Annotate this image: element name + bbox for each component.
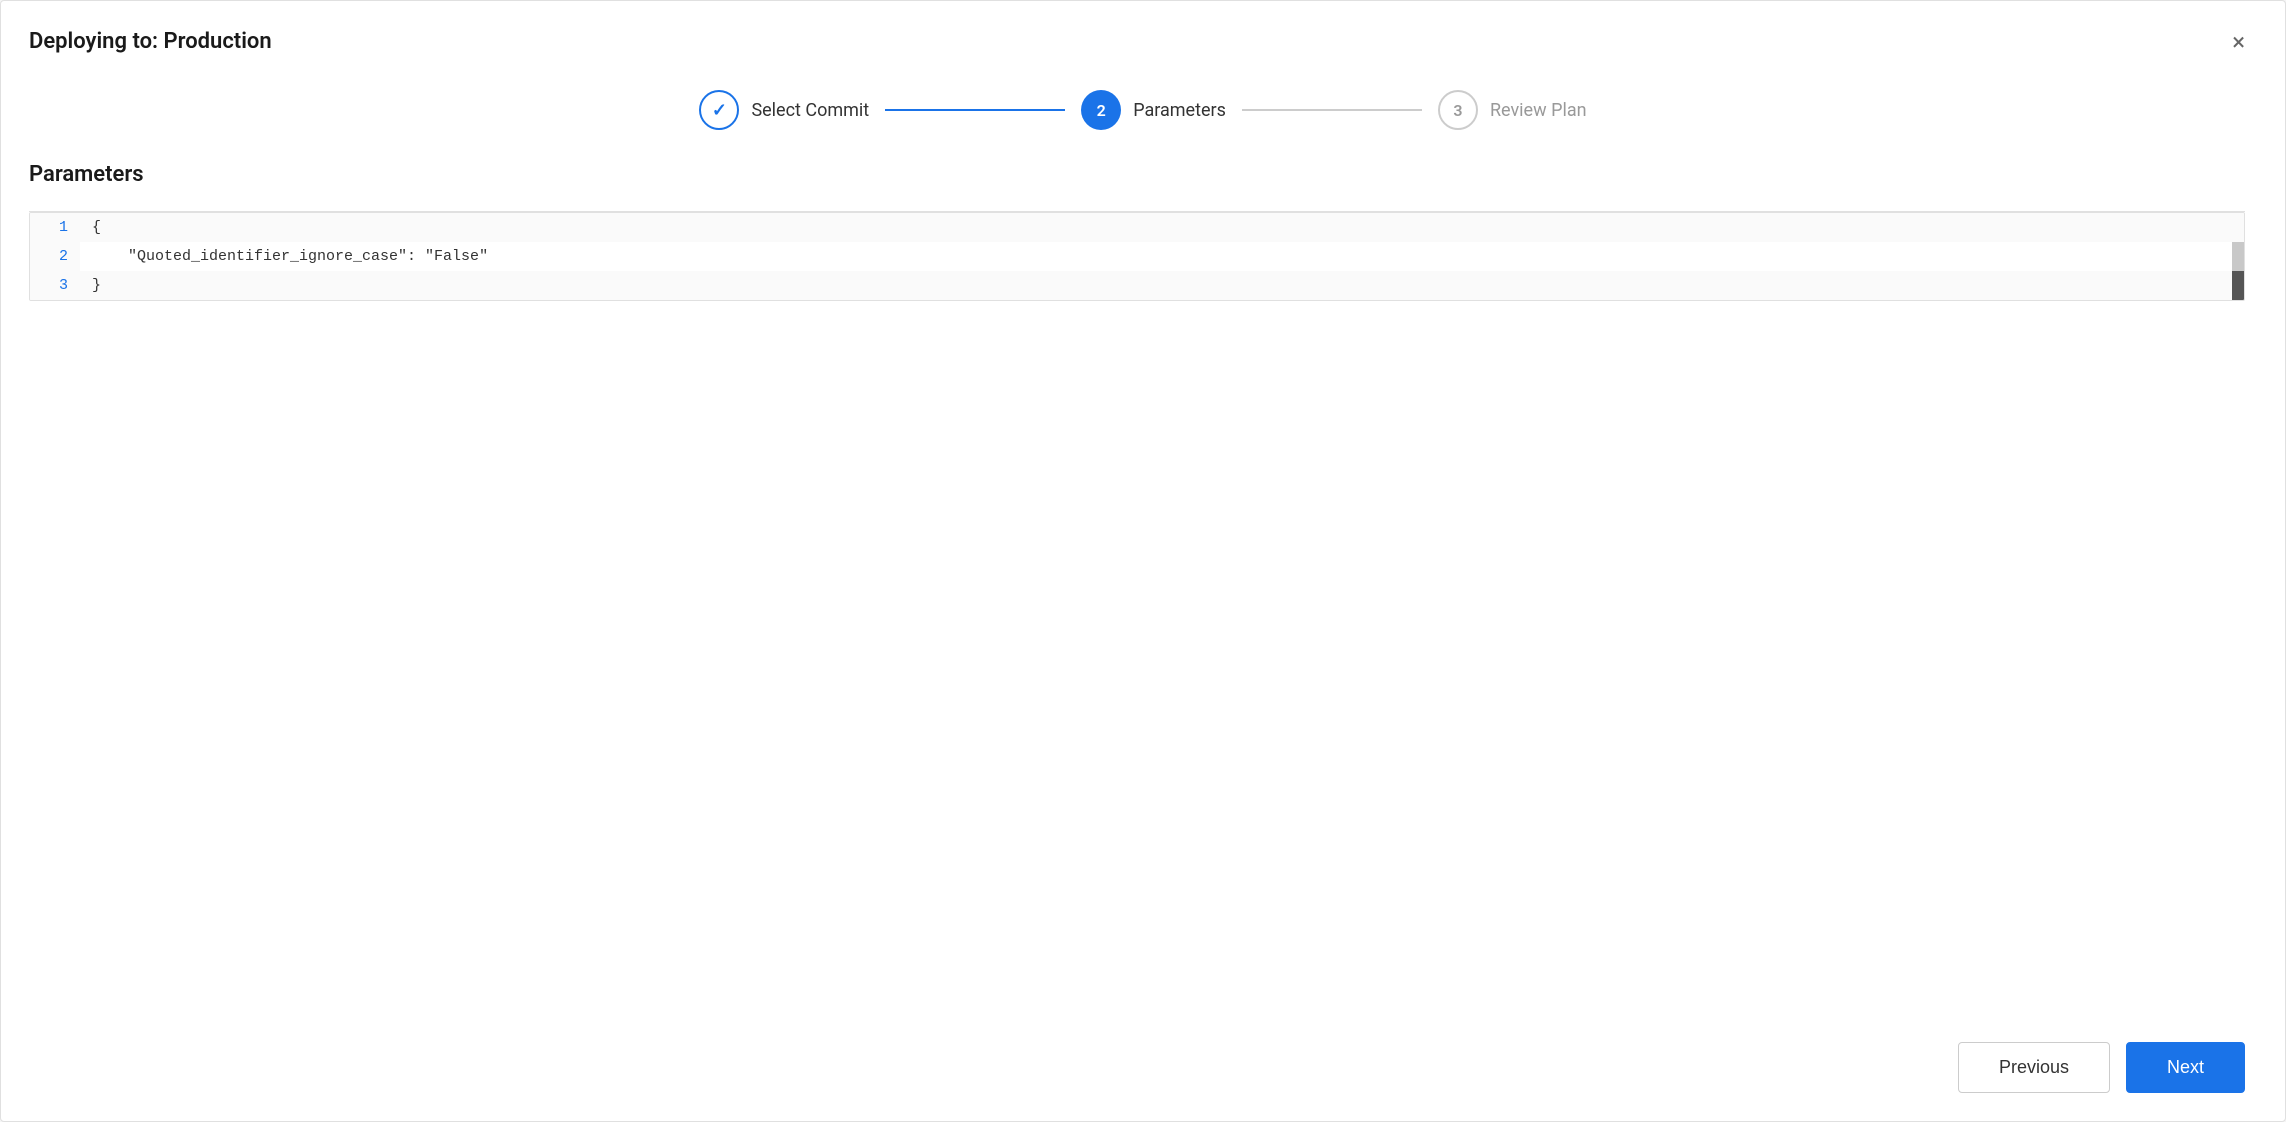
line-number-2: 2	[30, 242, 80, 271]
step-parameters: 2 Parameters	[1081, 90, 1226, 130]
modal-header: Deploying to: Production ×	[1, 1, 2285, 74]
modal-title: Deploying to: Production	[29, 29, 272, 54]
step-2-circle[interactable]: 2	[1081, 90, 1121, 130]
previous-button[interactable]: Previous	[1958, 1042, 2110, 1093]
table-row: 2 "Quoted_identifier_ignore_case": "Fals…	[30, 242, 2244, 271]
step-connector-2	[1242, 109, 1422, 111]
line-content-2: "Quoted_identifier_ignore_case": "False"	[80, 242, 2232, 271]
next-button[interactable]: Next	[2126, 1042, 2245, 1093]
step-review-plan: 3 Review Plan	[1438, 90, 1587, 130]
close-icon[interactable]: ×	[2232, 30, 2245, 54]
line-number-1: 1	[30, 213, 80, 242]
stepper: ✓ Select Commit 2 Parameters 3 Review Pl…	[1, 74, 2285, 162]
deploy-modal: Deploying to: Production × ✓ Select Comm…	[0, 0, 2286, 1122]
line-content-1: {	[80, 213, 2244, 242]
step-1-label: Select Commit	[751, 100, 869, 121]
line-number-3: 3	[30, 271, 80, 300]
step-connector-1	[885, 109, 1065, 111]
modal-footer: Previous Next	[1, 1022, 2285, 1121]
table-row: 1 {	[30, 213, 2244, 242]
step-2-label: Parameters	[1133, 100, 1226, 121]
line-content-3: }	[80, 271, 2232, 300]
table-row: 3 }	[30, 271, 2244, 300]
scrollbar-thumb-dark[interactable]	[2232, 271, 2244, 300]
code-editor[interactable]: 1 { 2 "Quoted_identifier_ignore_case": "…	[29, 212, 2245, 301]
scrollbar-thumb[interactable]	[2232, 242, 2244, 271]
section-title: Parameters	[29, 162, 2245, 187]
modal-body: Parameters 1 { 2 "Quoted_identifier_igno…	[1, 162, 2285, 1022]
step-3-label: Review Plan	[1490, 100, 1587, 121]
step-3-circle[interactable]: 3	[1438, 90, 1478, 130]
step-select-commit: ✓ Select Commit	[699, 90, 869, 130]
step-1-circle[interactable]: ✓	[699, 90, 739, 130]
checkmark-icon: ✓	[712, 100, 727, 121]
